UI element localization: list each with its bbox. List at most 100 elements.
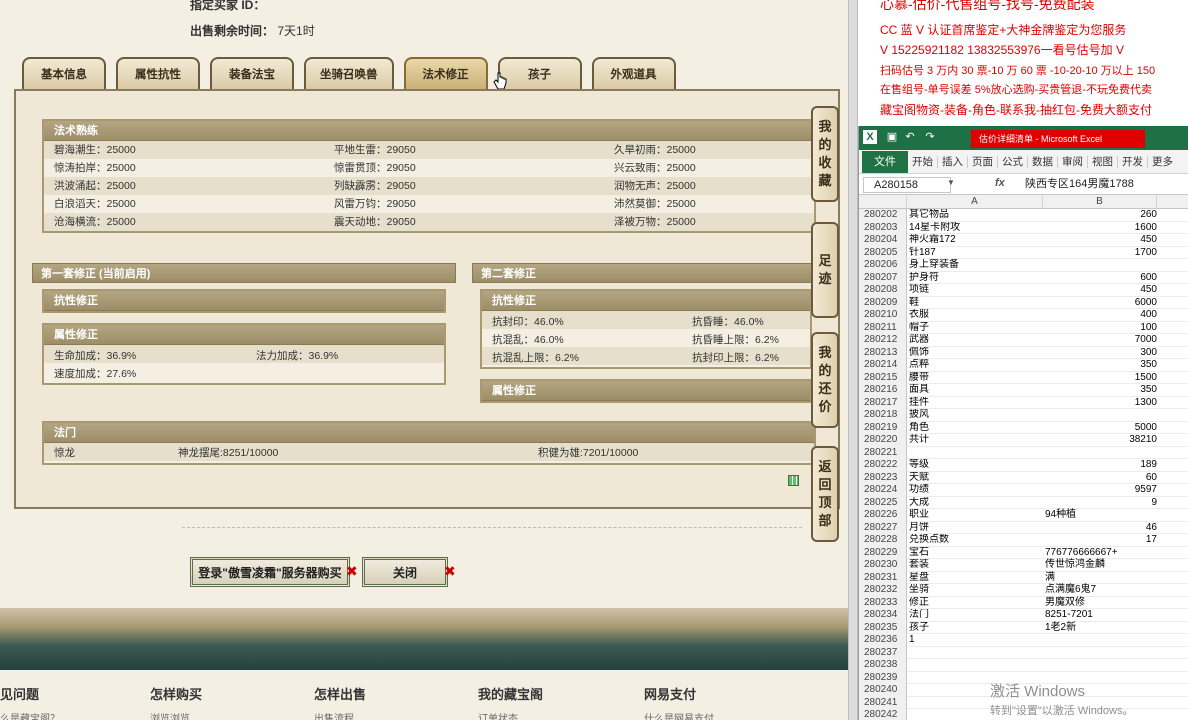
row-number[interactable]: 280202 xyxy=(859,209,907,222)
cell-a[interactable]: 等级 xyxy=(909,459,1043,472)
row-number[interactable]: 280206 xyxy=(859,259,907,272)
row-number[interactable]: 280222 xyxy=(859,459,907,472)
row-number[interactable]: 280212 xyxy=(859,334,907,347)
cell-a[interactable]: 护身符 xyxy=(909,272,1043,285)
cell-b[interactable]: 1300 xyxy=(1045,397,1157,410)
row-number[interactable]: 280230 xyxy=(859,559,907,572)
cell-b[interactable]: 点满魔6鬼7 xyxy=(1045,584,1157,597)
cell-a[interactable]: 孩子 xyxy=(909,622,1043,635)
cell-b[interactable]: 60 xyxy=(1045,472,1157,485)
save-icon[interactable]: ▣ xyxy=(885,130,899,144)
cell-a[interactable]: 项链 xyxy=(909,284,1043,297)
row-number[interactable]: 280240 xyxy=(859,684,907,697)
fx-icon[interactable]: fx xyxy=(995,177,1005,189)
footer-pay-sub[interactable]: 什么是网易支付 xyxy=(644,710,714,720)
ribbon-tab-review[interactable]: 审阅 xyxy=(1058,155,1088,168)
formula-input[interactable]: 陕西专区164男魔1788 xyxy=(1025,177,1134,191)
row-number[interactable]: 280236 xyxy=(859,634,907,647)
row-number[interactable]: 280208 xyxy=(859,284,907,297)
row-number[interactable]: 280203 xyxy=(859,221,907,234)
footer-pay-link[interactable]: 网易支付 xyxy=(644,684,696,703)
row-number[interactable]: 280209 xyxy=(859,296,907,309)
cell-a[interactable]: 坐骑 xyxy=(909,584,1043,597)
cell-b[interactable]: 1700 xyxy=(1045,247,1157,260)
tab-spell-correction[interactable]: 法术修正 xyxy=(403,57,488,89)
cell-a[interactable]: 大成 xyxy=(909,497,1043,510)
cell-b[interactable]: 776776666667+ xyxy=(1045,547,1157,560)
cell-a[interactable]: 披风 xyxy=(909,409,1043,422)
cell-b[interactable]: 5000 xyxy=(1045,422,1157,435)
row-number[interactable]: 280205 xyxy=(859,246,907,259)
cell-a[interactable]: 面具 xyxy=(909,384,1043,397)
ribbon-tab-view[interactable]: 视图 xyxy=(1088,155,1118,168)
cell-a[interactable]: 武器 xyxy=(909,334,1043,347)
cell-b[interactable]: 450 xyxy=(1045,234,1157,247)
footer-how-buy-sub[interactable]: 浏览浏览 xyxy=(150,710,190,720)
row-number[interactable]: 280242 xyxy=(859,709,907,720)
name-box[interactable]: A280158 xyxy=(863,177,951,193)
row-number[interactable]: 280237 xyxy=(859,646,907,659)
row-number[interactable]: 280219 xyxy=(859,421,907,434)
row-number[interactable]: 280221 xyxy=(859,446,907,459)
cell-b[interactable]: 9 xyxy=(1045,497,1157,510)
ribbon-tab-home[interactable]: 开始 xyxy=(908,155,938,168)
cell-a[interactable]: 星盘 xyxy=(909,572,1043,585)
row-number[interactable]: 280225 xyxy=(859,496,907,509)
grid-icon[interactable] xyxy=(788,475,799,486)
cell-a[interactable]: 宝石 xyxy=(909,547,1043,560)
cell-a[interactable]: 修正 xyxy=(909,597,1043,610)
ribbon-tab-data[interactable]: 数据 xyxy=(1028,155,1058,168)
row-number[interactable]: 280232 xyxy=(859,584,907,597)
cell-b[interactable]: 600 xyxy=(1045,272,1157,285)
ribbon-tab-more[interactable]: 更多 xyxy=(1148,156,1177,168)
file-tab[interactable]: 文件 xyxy=(862,150,908,173)
cell-b[interactable]: 38210 xyxy=(1045,434,1157,447)
tab-basic-info[interactable]: 基本信息 xyxy=(22,57,106,89)
cell-a[interactable]: 角色 xyxy=(909,422,1043,435)
footer-how-buy-link[interactable]: 怎样购买 xyxy=(150,684,202,703)
row-number[interactable]: 280229 xyxy=(859,546,907,559)
cell-b[interactable]: 46 xyxy=(1045,522,1157,535)
cell-b[interactable]: 350 xyxy=(1045,384,1157,397)
cell-b[interactable]: 450 xyxy=(1045,284,1157,297)
tab-mount-pets[interactable]: 坐骑召唤兽 xyxy=(304,57,394,89)
cell-a[interactable]: 挂件 xyxy=(909,397,1043,410)
row-number[interactable]: 280210 xyxy=(859,309,907,322)
ribbon-tab-layout[interactable]: 页面 xyxy=(968,155,998,168)
cell-b[interactable]: 男魔双修 xyxy=(1045,597,1157,610)
row-number[interactable]: 280224 xyxy=(859,484,907,497)
column-header-b[interactable]: B xyxy=(1043,195,1157,209)
cell-a[interactable]: 功绩 xyxy=(909,484,1043,497)
footer-my-cbg-link[interactable]: 我的藏宝阁 xyxy=(478,684,543,703)
ribbon-tab-insert[interactable]: 插入 xyxy=(938,155,968,168)
column-header-c[interactable] xyxy=(1157,195,1188,209)
footer-my-cbg-sub[interactable]: 订单状态 xyxy=(478,710,518,720)
cell-a[interactable]: 14星卡附攻 xyxy=(909,222,1043,235)
cell-b[interactable]: 350 xyxy=(1045,359,1157,372)
cell-b[interactable]: 17 xyxy=(1045,534,1157,547)
row-number[interactable]: 280215 xyxy=(859,371,907,384)
cell-b[interactable]: 8251-7201 xyxy=(1045,609,1157,622)
ribbon-tab-formulas[interactable]: 公式 xyxy=(998,155,1028,168)
tab-equipment[interactable]: 装备法宝 xyxy=(210,57,294,89)
row-number[interactable]: 280241 xyxy=(859,696,907,709)
cell-b[interactable]: 7000 xyxy=(1045,334,1157,347)
tab-resistance[interactable]: 属性抗性 xyxy=(116,57,200,89)
row-number[interactable]: 280204 xyxy=(859,234,907,247)
cell-a[interactable]: 兑换点数 xyxy=(909,534,1043,547)
cell-a[interactable]: 1 xyxy=(909,634,1043,647)
cell-b[interactable]: 300 xyxy=(1045,347,1157,360)
cell-a[interactable]: 法门 xyxy=(909,609,1043,622)
window-divider[interactable] xyxy=(848,0,858,720)
my-favorites-button[interactable]: 我的收藏 xyxy=(811,106,839,202)
close-button[interactable]: 关闭 xyxy=(362,557,448,587)
chevron-down-icon[interactable]: ▼ xyxy=(947,178,955,187)
row-number[interactable]: 280213 xyxy=(859,346,907,359)
corner-select-all[interactable] xyxy=(859,195,907,209)
cell-a[interactable]: 佩饰 xyxy=(909,347,1043,360)
tab-children[interactable]: 孩子 xyxy=(497,57,582,89)
row-number[interactable]: 280216 xyxy=(859,384,907,397)
cell-a[interactable]: 帽子 xyxy=(909,322,1043,335)
cell-a[interactable]: 鞋 xyxy=(909,297,1043,310)
cell-b[interactable]: 260 xyxy=(1045,209,1157,222)
